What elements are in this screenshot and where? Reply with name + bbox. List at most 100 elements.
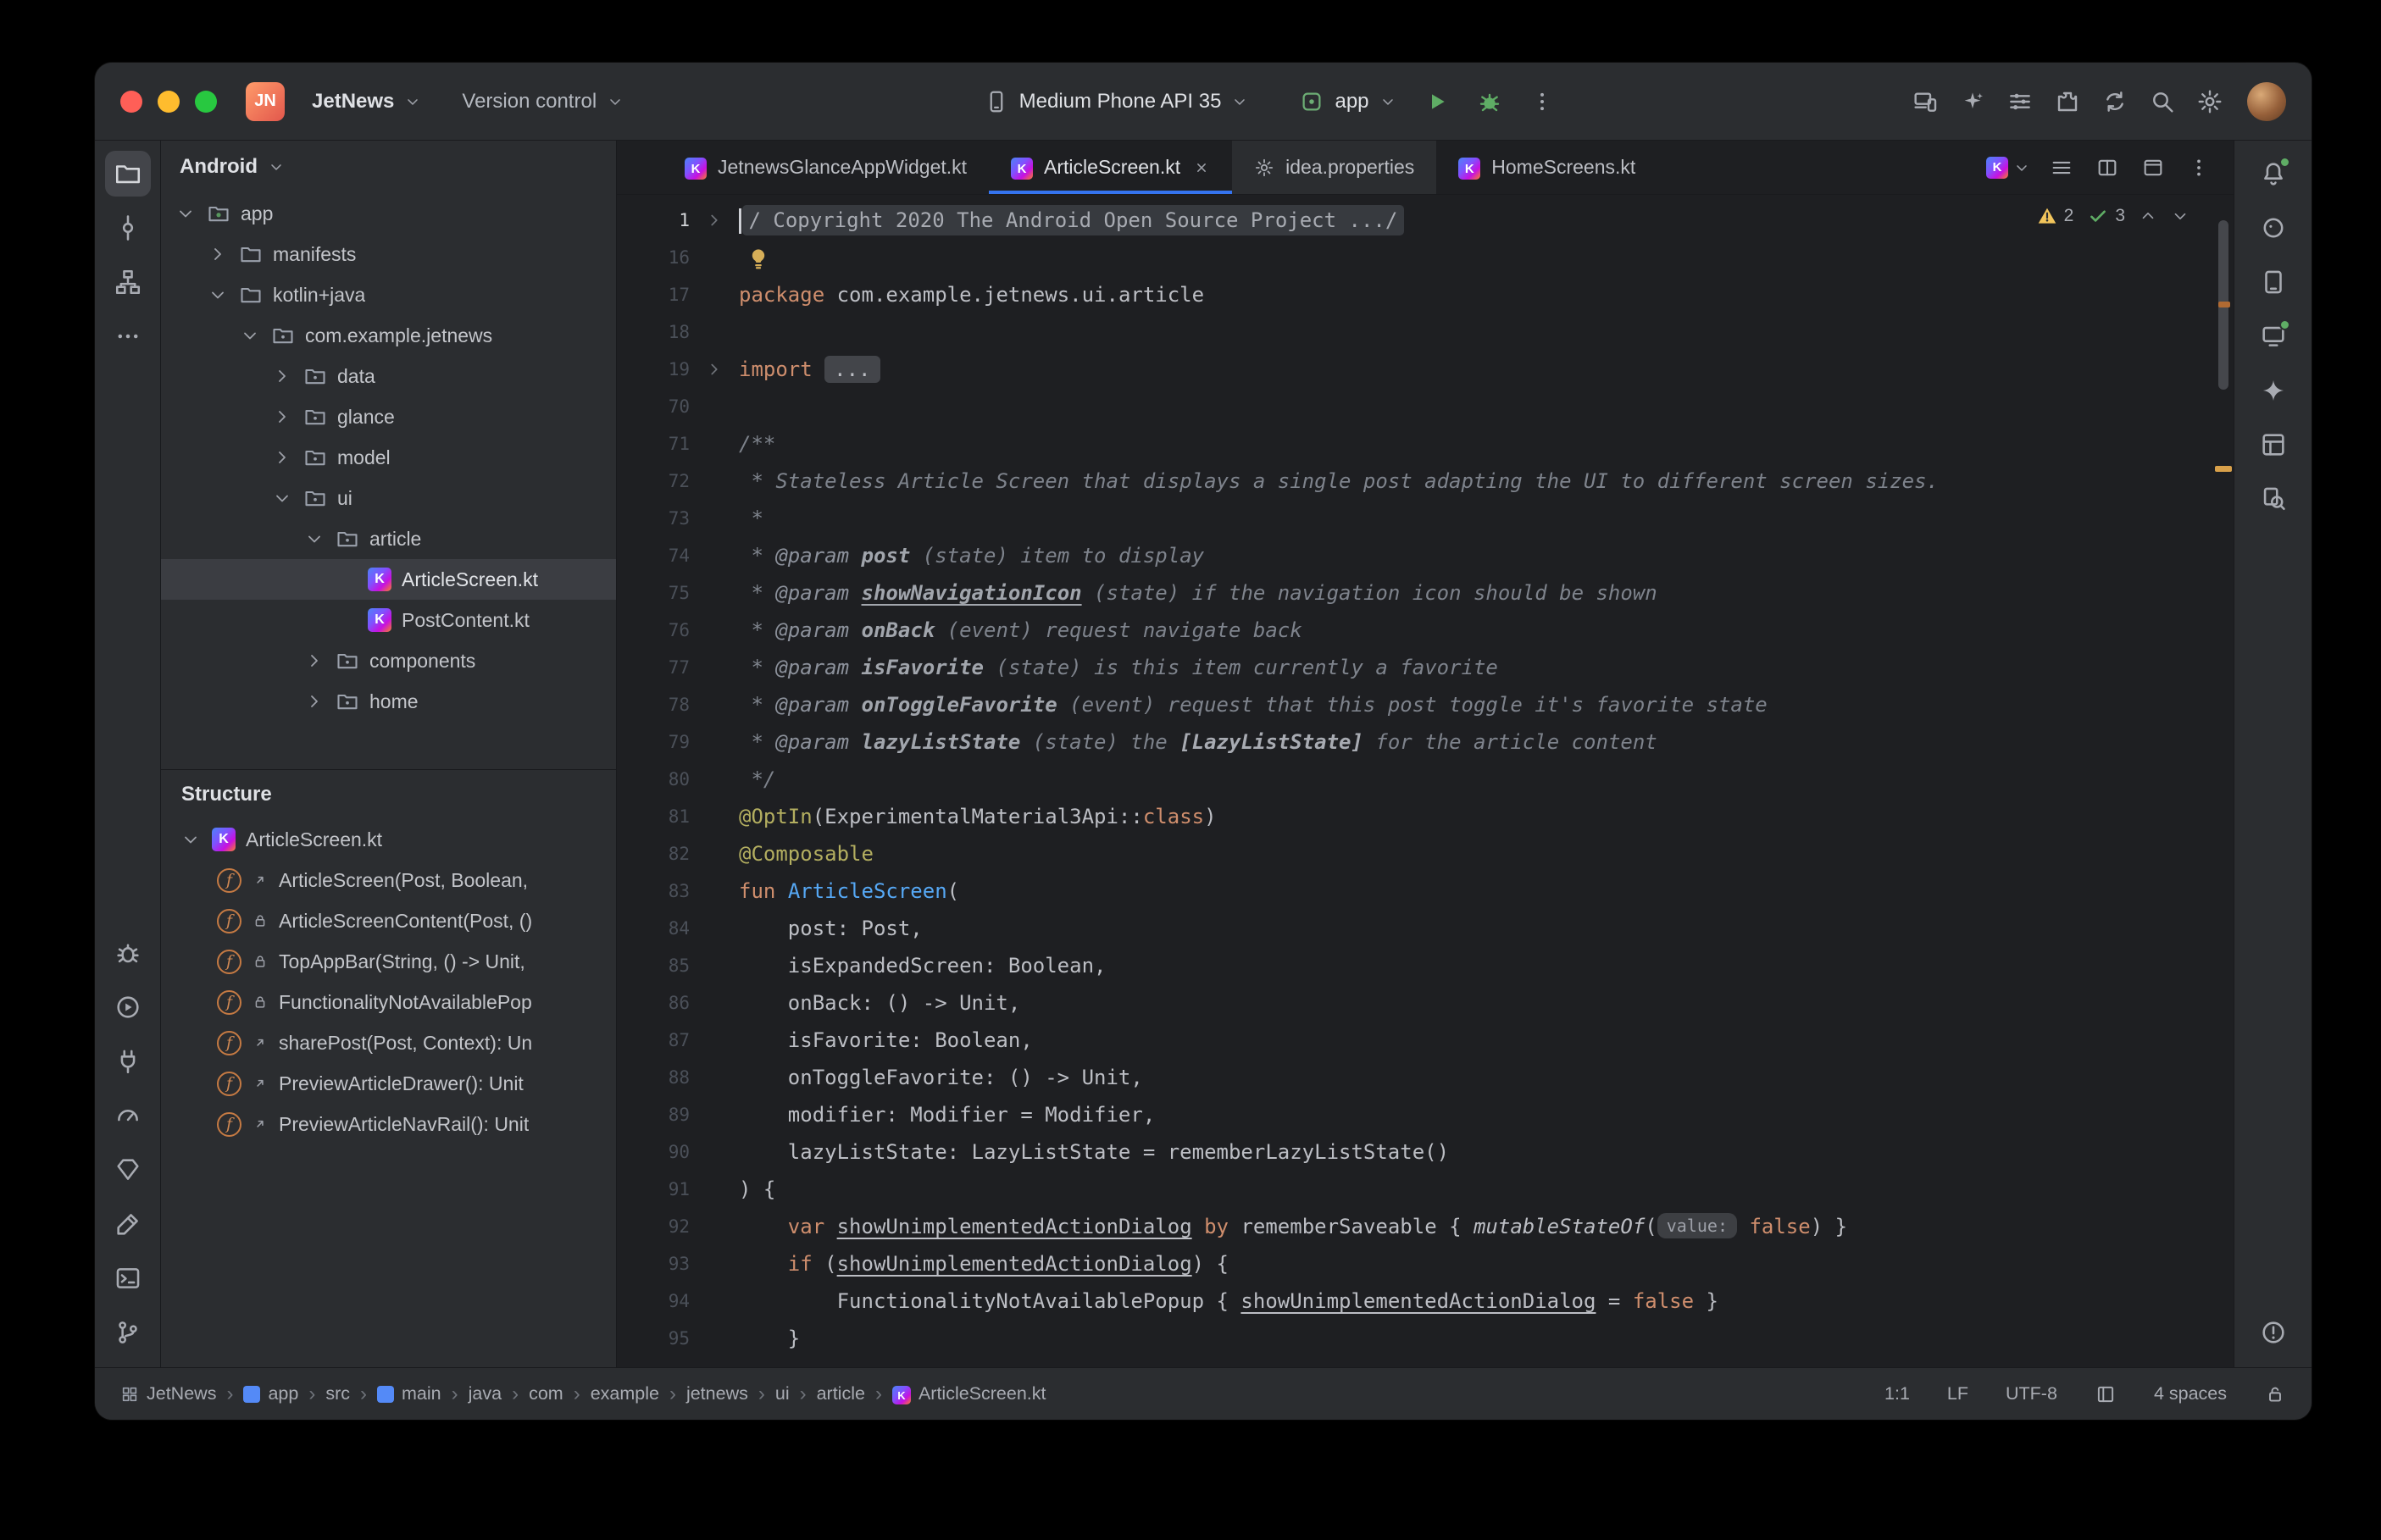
code-line-78[interactable]: 78 * @param onToggleFavorite (event) req…: [617, 686, 2234, 723]
code-line-94[interactable]: 94 FunctionalityNotAvailablePopup { show…: [617, 1282, 2234, 1320]
breadcrumb-app[interactable]: app: [243, 1383, 298, 1404]
editor-more-button[interactable]: [2178, 147, 2220, 189]
line-separator[interactable]: LF: [1947, 1383, 1968, 1404]
code-line-17[interactable]: 17package com.example.jetnews.ui.article: [617, 276, 2234, 313]
structure-item-previewarticledrawer-unit[interactable]: fPreviewArticleDrawer(): Unit: [161, 1063, 616, 1104]
code-line-81[interactable]: 81@OptIn(ExperimentalMaterial3Api::class…: [617, 798, 2234, 835]
line-number[interactable]: 83: [617, 872, 690, 910]
line-number[interactable]: 90: [617, 1133, 690, 1171]
bug-tool-button[interactable]: [105, 930, 151, 976]
commit-tool-button[interactable]: [105, 205, 151, 251]
breadcrumb-article[interactable]: article: [817, 1383, 865, 1404]
plug-tool-button[interactable]: [105, 1039, 151, 1084]
project-item-app[interactable]: app: [161, 193, 616, 234]
run-tool-tool-button[interactable]: [105, 984, 151, 1030]
sync-button[interactable]: [2091, 78, 2139, 125]
branch-tool-button[interactable]: [105, 1310, 151, 1355]
breadcrumb-example[interactable]: example: [591, 1383, 659, 1404]
breadcrumb-main[interactable]: main: [377, 1383, 441, 1404]
code-line-76[interactable]: 76 * @param onBack (event) request navig…: [617, 612, 2234, 649]
run-configuration-selector[interactable]: app: [1287, 80, 1407, 123]
previous-problem-button[interactable]: [2139, 207, 2157, 225]
code-editor[interactable]: 1/ Copyright 2020 The Android Open Sourc…: [617, 195, 2234, 1367]
breadcrumb-ui[interactable]: ui: [775, 1383, 790, 1404]
code-line-85[interactable]: 85 isExpandedScreen: Boolean,: [617, 947, 2234, 984]
structure-tool-tool-button[interactable]: [105, 259, 151, 305]
project-item-article[interactable]: article: [161, 518, 616, 559]
project-item-manifests[interactable]: manifests: [161, 234, 616, 274]
line-number[interactable]: 91: [617, 1171, 690, 1208]
layout-inspector-tool-button[interactable]: [2251, 422, 2296, 468]
structure-item-functionalitynotavailablepop[interactable]: fFunctionalityNotAvailablePop: [161, 982, 616, 1022]
warning-stripe-mark[interactable]: [2215, 466, 2232, 472]
line-number[interactable]: 85: [617, 947, 690, 984]
structure-item-sharepost-post-context-un[interactable]: fsharePost(Post, Context): Un: [161, 1022, 616, 1063]
file-encoding[interactable]: UTF-8: [2006, 1383, 2057, 1404]
line-number[interactable]: 77: [617, 649, 690, 686]
code-line-93[interactable]: 93 if (showUnimplementedActionDialog) {: [617, 1245, 2234, 1282]
tree-chevron-icon[interactable]: [266, 407, 298, 427]
split-editor-button[interactable]: [2086, 147, 2128, 189]
code-line-87[interactable]: 87 isFavorite: Boolean,: [617, 1022, 2234, 1059]
project-item-glance[interactable]: glance: [161, 396, 616, 437]
project-item-ui[interactable]: ui: [161, 478, 616, 518]
tree-chevron-icon[interactable]: [298, 651, 330, 671]
code-line-77[interactable]: 77 * @param isFavorite (state) is this i…: [617, 649, 2234, 686]
close-window-button[interactable]: [120, 91, 142, 113]
tree-chevron-icon[interactable]: [169, 203, 202, 224]
ai-assist-button[interactable]: [1949, 78, 1996, 125]
breadcrumb-java[interactable]: java: [469, 1383, 502, 1404]
project-item-data[interactable]: data: [161, 356, 616, 396]
line-number[interactable]: 81: [617, 798, 690, 835]
code-line-80[interactable]: 80 */: [617, 761, 2234, 798]
tree-chevron-icon[interactable]: [298, 529, 330, 549]
debug-button[interactable]: [1466, 78, 1513, 125]
line-number[interactable]: 71: [617, 425, 690, 463]
project-item-components[interactable]: components: [161, 640, 616, 681]
device-selector[interactable]: Medium Phone API 35: [972, 80, 1261, 123]
code-line-88[interactable]: 88 onToggleFavorite: () -> Unit,: [617, 1059, 2234, 1096]
structure-item-articlescreencontent-post[interactable]: fArticleScreenContent(Post, (): [161, 900, 616, 941]
line-number[interactable]: 76: [617, 612, 690, 649]
running-devices-tool-button[interactable]: [2251, 313, 2296, 359]
project-item-postcontent-kt[interactable]: KPostContent.kt: [161, 600, 616, 640]
line-number[interactable]: 19: [617, 351, 690, 388]
more-run-actions-button[interactable]: [1518, 78, 1566, 125]
passed-count[interactable]: 3: [2087, 205, 2125, 227]
tree-chevron-icon[interactable]: [298, 691, 330, 712]
intention-bulb-icon[interactable]: [746, 246, 771, 271]
tab-homescreens-kt[interactable]: KHomeScreens.kt: [1436, 141, 1657, 194]
code-line-82[interactable]: 82@Composable: [617, 835, 2234, 872]
code-line-16[interactable]: 16: [617, 239, 2234, 276]
breadcrumb-jetnews[interactable]: JetNews: [120, 1383, 216, 1404]
code-line-75[interactable]: 75 * @param showNavigationIcon (state) i…: [617, 574, 2234, 612]
code-line-70[interactable]: 70: [617, 388, 2234, 425]
code-line-71[interactable]: 71/**: [617, 425, 2234, 463]
tree-chevron-icon[interactable]: [266, 447, 298, 468]
project-item-home[interactable]: home: [161, 681, 616, 722]
code-line-92[interactable]: 92 var showUnimplementedActionDialog by …: [617, 1208, 2234, 1245]
line-number[interactable]: 17: [617, 276, 690, 313]
line-number[interactable]: 75: [617, 574, 690, 612]
titlebar[interactable]: JN JetNews Version control Medium Phone …: [95, 63, 2312, 141]
structure-item-articlescreen-post-boolean[interactable]: fArticleScreen(Post, Boolean,: [161, 860, 616, 900]
notifications-tool-button[interactable]: [2251, 151, 2296, 197]
warning-stripe-mark[interactable]: [2218, 302, 2230, 307]
project-item-com-example-jetnews[interactable]: com.example.jetnews: [161, 315, 616, 356]
next-problem-button[interactable]: [2171, 207, 2190, 225]
code-line-79[interactable]: 79 * @param lazyListState (state) the [L…: [617, 723, 2234, 761]
project-item-articlescreen-kt[interactable]: KArticleScreen.kt: [161, 559, 616, 600]
line-number[interactable]: 80: [617, 761, 690, 798]
code-line-89[interactable]: 89 modifier: Modifier = Modifier,: [617, 1096, 2234, 1133]
problems-tool-button[interactable]: [2251, 1310, 2296, 1355]
line-number[interactable]: 72: [617, 463, 690, 500]
zoom-window-button[interactable]: [195, 91, 217, 113]
code-line-1[interactable]: 1/ Copyright 2020 The Android Open Sourc…: [617, 202, 2234, 239]
tree-chevron-icon[interactable]: [202, 285, 234, 305]
code-line-95[interactable]: 95 }: [617, 1320, 2234, 1357]
device-mirror-button[interactable]: [1901, 78, 1949, 125]
gemini-tool-button[interactable]: [2251, 368, 2296, 413]
find-usages-tool-button[interactable]: [2251, 476, 2296, 522]
code-line-18[interactable]: 18: [617, 313, 2234, 351]
line-number[interactable]: 94: [617, 1282, 690, 1320]
